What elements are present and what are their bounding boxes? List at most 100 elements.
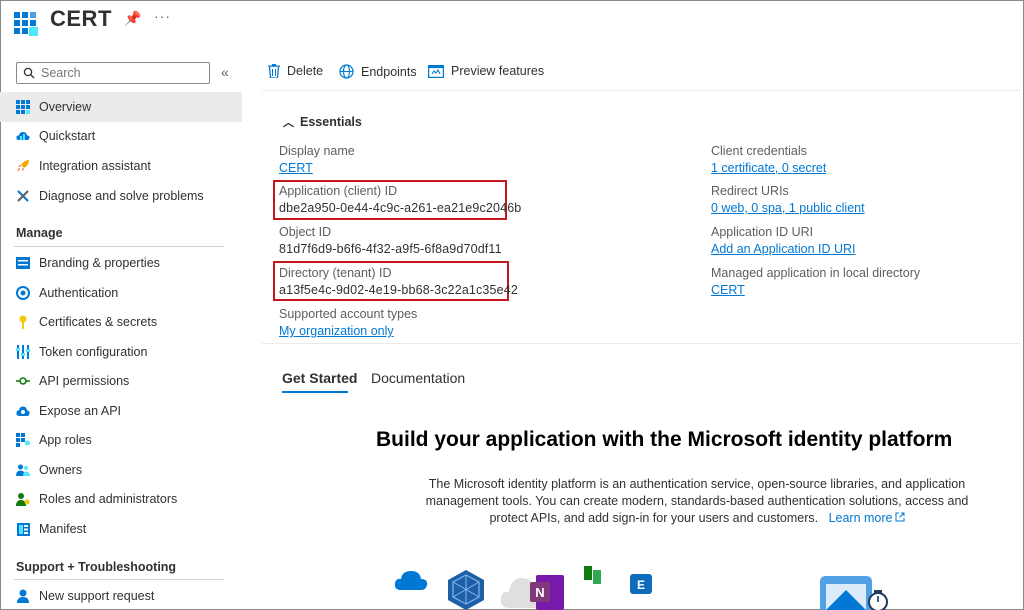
chevron-up-icon: ︿ <box>283 117 294 129</box>
onenote-icon: N <box>530 575 564 610</box>
section-support: Support + Troubleshooting <box>16 560 177 574</box>
collapse-sidebar-icon[interactable]: « <box>221 64 229 80</box>
identity-illustration-icon <box>820 576 888 610</box>
sidebar-item-label: Certificates & secrets <box>39 315 158 329</box>
sidebar-item-label: Diagnose and solve problems <box>39 189 204 203</box>
owners-icon <box>16 463 30 477</box>
cloud-api-icon <box>16 404 30 418</box>
app-registration-icon <box>14 12 38 36</box>
sidebar-item-new-support-request[interactable]: New support request <box>0 581 242 610</box>
azure-cloud-icon <box>394 571 428 590</box>
page-title: CERT <box>50 6 112 31</box>
redirect-uris-link[interactable]: 0 web, 0 spa, 1 public client <box>711 201 865 215</box>
more-options-icon[interactable]: ··· <box>154 8 171 24</box>
sidebar-item-token-configuration[interactable]: Token configuration <box>0 337 242 367</box>
token-icon <box>16 345 30 359</box>
sidebar-item-label: Overview <box>39 100 92 114</box>
preview-features-icon <box>428 64 444 78</box>
object-id-label: Object ID <box>279 225 332 239</box>
search-icon <box>23 67 35 79</box>
manifest-icon <box>16 522 30 536</box>
hero-description: The Microsoft identity platform is an au… <box>410 476 984 527</box>
hero-title: Build your application with the Microsof… <box>376 428 953 451</box>
support-icon <box>16 589 30 603</box>
sidebar-item-label: API permissions <box>39 374 130 388</box>
rocket-icon <box>16 159 30 173</box>
sidebar-item-label: Integration assistant <box>39 159 151 173</box>
sidebar-item-label: Manifest <box>39 522 87 536</box>
sidebar-item-owners[interactable]: Owners <box>0 455 242 485</box>
planner-icon <box>584 566 601 584</box>
essentials-title: Essentials <box>300 115 362 129</box>
roles-icon <box>16 492 30 506</box>
sidebar-item-label: Roles and administrators <box>39 492 178 506</box>
managed-app-label: Managed application in local directory <box>711 266 921 280</box>
client-credentials-link[interactable]: 1 certificate, 0 secret <box>711 161 826 175</box>
sidebar-item-expose-api[interactable]: Expose an API <box>0 396 242 426</box>
account-types-label: Supported account types <box>279 307 418 321</box>
learn-more-label: Learn more <box>828 511 893 525</box>
api-permissions-icon <box>16 374 30 388</box>
wrench-icon <box>16 189 30 203</box>
sidebar-item-label: Expose an API <box>39 404 122 418</box>
display-name-label: Display name <box>279 144 355 158</box>
sidebar-item-certificates[interactable]: Certificates & secrets <box>0 307 242 337</box>
tab-get-started[interactable]: Get Started <box>282 370 357 386</box>
managed-app-link[interactable]: CERT <box>711 283 745 297</box>
sidebar-item-diagnose[interactable]: Diagnose and solve problems <box>0 181 242 211</box>
tab-documentation[interactable]: Documentation <box>371 370 465 386</box>
delete-label: Delete <box>287 64 324 78</box>
object-id-value[interactable]: 81d7f6d9-b6f6-4f32-a9f5-6f8a9d70df11 <box>279 242 502 256</box>
svg-text:E: E <box>637 578 645 592</box>
delete-button[interactable]: Delete <box>268 64 323 78</box>
svg-text:N: N <box>535 585 544 600</box>
sidebar-divider <box>14 246 224 247</box>
client-id-label: Application (client) ID <box>279 184 398 198</box>
active-tab-indicator <box>282 391 348 393</box>
sidebar-item-manifest[interactable]: Manifest <box>0 514 242 544</box>
exchange-icon: E <box>630 574 652 594</box>
client-credentials-label: Client credentials <box>711 144 807 158</box>
grid-icon <box>16 100 30 114</box>
search-box[interactable] <box>16 62 210 84</box>
learn-more-link[interactable]: Learn more <box>822 511 905 525</box>
sidebar-item-label: Token configuration <box>39 345 148 359</box>
sidebar-item-roles-administrators[interactable]: Roles and administrators <box>0 484 242 514</box>
preview-features-button[interactable]: Preview features <box>428 64 544 78</box>
sidebar-item-app-roles[interactable]: App roles <box>0 425 242 455</box>
section-manage: Manage <box>16 226 63 240</box>
sidebar-item-label: App roles <box>39 433 92 447</box>
essentials-divider <box>262 343 1020 344</box>
search-input[interactable] <box>41 66 201 80</box>
endpoints-button[interactable]: Endpoints <box>339 64 417 79</box>
sidebar-item-api-permissions[interactable]: API permissions <box>0 366 242 396</box>
cloud-icon <box>16 129 30 143</box>
sidebar-divider <box>14 579 224 580</box>
pin-icon[interactable]: 📌 <box>124 10 141 27</box>
sidebar-item-authentication[interactable]: Authentication <box>0 278 242 308</box>
sidebar-item-branding[interactable]: Branding & properties <box>0 248 242 278</box>
app-roles-icon <box>16 433 30 447</box>
tenant-id-label: Directory (tenant) ID <box>279 266 392 280</box>
client-id-value[interactable]: dbe2a950-0e44-4c9c-a261-ea21e9c2046b <box>279 201 521 215</box>
essentials-toggle[interactable]: ︿ Essentials <box>283 114 362 130</box>
sidebar-item-overview[interactable]: Overview <box>0 92 242 122</box>
toolbar-divider <box>262 90 1020 91</box>
app-id-uri-link[interactable]: Add an Application ID URI <box>711 242 856 256</box>
sidebar-item-quickstart[interactable]: Quickstart <box>0 121 242 151</box>
sidebar-item-label: Quickstart <box>39 129 96 143</box>
tenant-id-value[interactable]: a13f5e4c-9d02-4e19-bb68-3c22a1c35e42 <box>279 283 518 297</box>
branding-icon <box>16 256 30 270</box>
sidebar-item-label: Branding & properties <box>39 256 160 270</box>
app-id-uri-label: Application ID URI <box>711 225 814 239</box>
preview-features-label: Preview features <box>451 64 545 78</box>
globe-icon <box>339 64 354 79</box>
network-graph-icon <box>448 570 484 610</box>
endpoints-label: Endpoints <box>361 64 417 79</box>
account-types-link[interactable]: My organization only <box>279 324 394 338</box>
key-icon <box>16 315 30 329</box>
display-name-link[interactable]: CERT <box>279 161 313 175</box>
sidebar-item-label: Authentication <box>39 286 119 300</box>
sidebar-item-integration-assistant[interactable]: Integration assistant <box>0 151 242 181</box>
trash-icon <box>268 64 280 78</box>
